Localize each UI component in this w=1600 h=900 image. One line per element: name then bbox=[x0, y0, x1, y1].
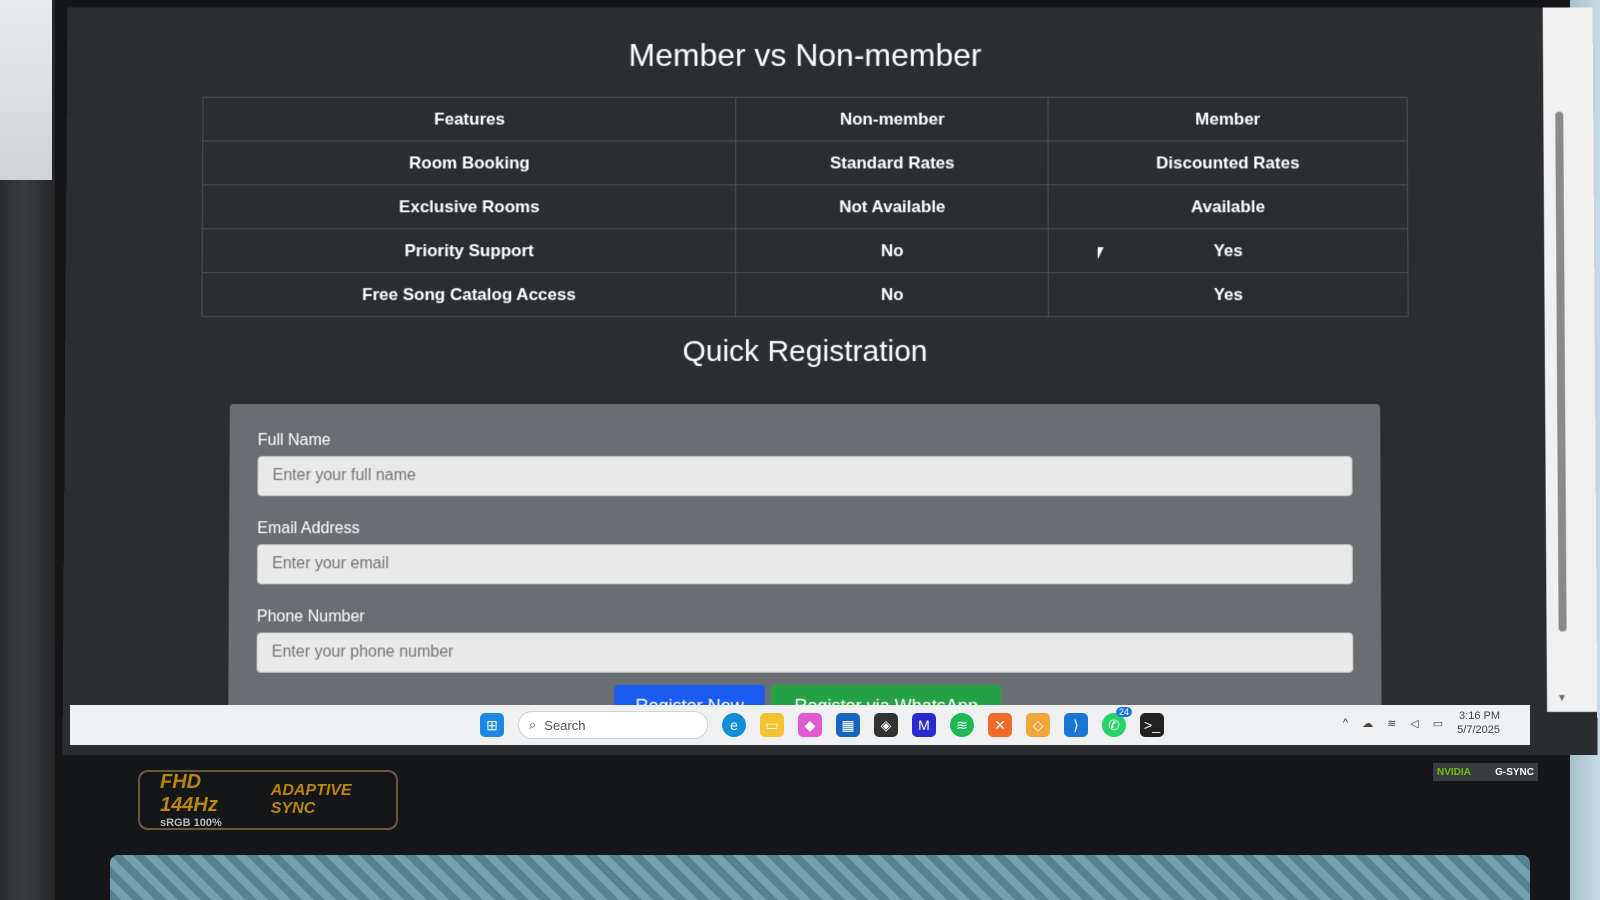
table-cell: Available bbox=[1048, 184, 1408, 229]
clock-time: 3:16 PM bbox=[1459, 710, 1500, 722]
scroll-down-icon[interactable]: ▼ bbox=[1557, 693, 1567, 704]
table-row: Exclusive Rooms Not Available Available bbox=[202, 184, 1408, 229]
full-name-input[interactable] bbox=[257, 456, 1353, 497]
chevron-up-icon[interactable]: ^ bbox=[1343, 717, 1348, 729]
app2-icon[interactable]: ◇ bbox=[1026, 713, 1050, 737]
xampp-icon[interactable]: ✕ bbox=[988, 713, 1012, 737]
keyboard-area bbox=[110, 855, 1530, 900]
windows-start-icon[interactable]: ⊞ bbox=[480, 713, 504, 737]
whatsapp-badge: 24 bbox=[1115, 707, 1132, 717]
full-name-label: Full Name bbox=[257, 432, 331, 450]
table-cell: No bbox=[736, 228, 1049, 273]
comparison-table: Features Non-member Member Room Booking … bbox=[201, 97, 1409, 317]
registration-title: Quick Registration bbox=[682, 335, 928, 369]
table-row: Free Song Catalog Access No Yes bbox=[201, 272, 1409, 317]
scrollbar-thumb[interactable] bbox=[1555, 111, 1567, 632]
email-label: Email Address bbox=[257, 520, 360, 538]
file-explorer-icon[interactable]: ▭ bbox=[760, 713, 784, 737]
email-input[interactable] bbox=[256, 544, 1353, 585]
search-placeholder: Search bbox=[544, 717, 586, 733]
wifi-icon[interactable]: ≋ bbox=[1387, 717, 1396, 730]
table-cell: Free Song Catalog Access bbox=[201, 272, 737, 317]
search-icon: ⌕ bbox=[529, 717, 537, 732]
table-row: Room Booking Standard Rates Discounted R… bbox=[202, 141, 1408, 185]
table-cell: Exclusive Rooms bbox=[202, 184, 737, 229]
sticker-main-text: FHD 144Hz bbox=[160, 771, 218, 816]
taskbar-search[interactable]: ⌕ Search bbox=[518, 711, 708, 739]
header-features: Features bbox=[202, 97, 737, 142]
laptop-screen: Member vs Non-member Features Non-member… bbox=[62, 7, 1598, 756]
header-non-member: Non-member bbox=[736, 97, 1049, 142]
table-cell: Not Available bbox=[736, 184, 1049, 229]
gsync-label: G-SYNC bbox=[1495, 766, 1534, 778]
header-member: Member bbox=[1048, 97, 1408, 142]
vscode-icon[interactable]: ⟩ bbox=[1064, 713, 1088, 737]
table-row: Priority Support No Yes bbox=[202, 228, 1408, 273]
spotify-icon[interactable]: ≋ bbox=[950, 713, 974, 737]
table-cell: Discounted Rates bbox=[1048, 141, 1408, 185]
sticker-sub-text: sRGB 100% bbox=[160, 817, 222, 829]
phone-label: Phone Number bbox=[256, 608, 365, 626]
terminal-icon[interactable]: >_ bbox=[1140, 713, 1164, 737]
taskbar-apps: ⊞ ⌕ Search e ▭ ◆ ▦ ◈ M ≋ ✕ ◇ ⟩ ✆ 24 >_ bbox=[480, 705, 1164, 745]
store-icon[interactable]: ▦ bbox=[836, 713, 860, 737]
table-header-row: Features Non-member Member bbox=[202, 97, 1408, 142]
mouse-cursor bbox=[1097, 247, 1104, 260]
clock-date: 5/7/2025 bbox=[1457, 724, 1500, 736]
whatsapp-icon[interactable]: ✆ 24 bbox=[1102, 707, 1132, 737]
onedrive-icon[interactable]: ☁ bbox=[1362, 717, 1373, 730]
battery-icon[interactable]: ▭ bbox=[1433, 717, 1443, 730]
registration-form: Full Name Email Address Phone Number Reg… bbox=[228, 404, 1382, 712]
sticker-sync-text: ADAPTIVE SYNC bbox=[270, 782, 352, 817]
nvidia-label: NVIDIA bbox=[1437, 766, 1471, 778]
taskbar: ⊞ ⌕ Search e ▭ ◆ ▦ ◈ M ≋ ✕ ◇ ⟩ ✆ 24 >_ ^ … bbox=[70, 705, 1530, 745]
copilot-icon[interactable]: ◆ bbox=[798, 713, 822, 737]
system-tray: ^ ☁ ≋ ◁ ▭ 3:16 PM 5/7/2025 bbox=[1343, 709, 1500, 737]
page-title: Member vs Non-member bbox=[628, 37, 982, 73]
app-icon[interactable]: M bbox=[912, 713, 936, 737]
table-cell: Priority Support bbox=[202, 228, 737, 273]
page-scrollbar[interactable]: ▼ bbox=[1542, 7, 1598, 712]
fhd-sticker: FHD 144Hz sRGB 100% ADAPTIVE SYNC bbox=[138, 770, 398, 830]
nvidia-gsync-sticker: NVIDIA G-SYNC bbox=[1433, 763, 1538, 781]
table-cell: No bbox=[736, 272, 1049, 317]
desk-left bbox=[0, 0, 60, 900]
table-cell: Room Booking bbox=[202, 141, 737, 185]
unity-icon[interactable]: ◈ bbox=[874, 713, 898, 737]
table-cell: Standard Rates bbox=[736, 141, 1049, 185]
phone-input[interactable] bbox=[256, 632, 1354, 673]
browser-page: Member vs Non-member Features Non-member… bbox=[62, 7, 1548, 712]
clock[interactable]: 3:16 PM 5/7/2025 bbox=[1457, 709, 1500, 737]
edge-icon[interactable]: e bbox=[722, 713, 746, 737]
paper-sheet bbox=[0, 0, 52, 180]
volume-icon[interactable]: ◁ bbox=[1410, 717, 1418, 730]
table-cell: Yes bbox=[1048, 272, 1409, 317]
